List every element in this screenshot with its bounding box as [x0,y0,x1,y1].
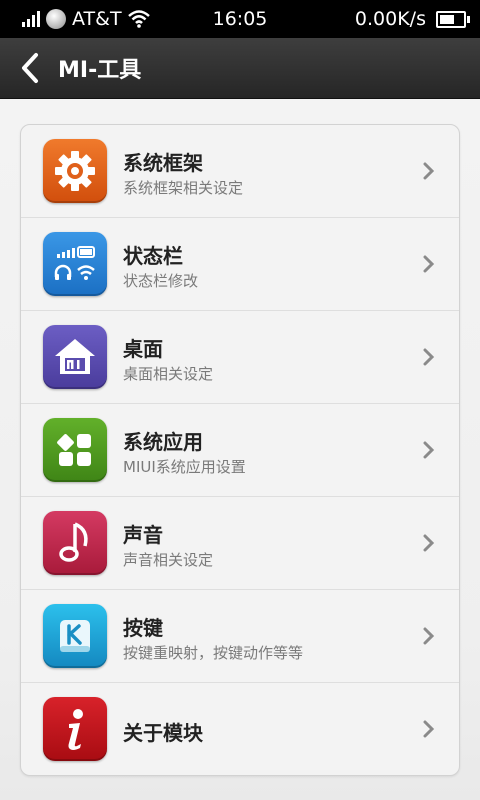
menu-item-title: 系统框架 [123,151,203,175]
menu-item-subtitle: 系统框架相关设定 [123,179,244,197]
back-button[interactable] [8,44,52,92]
menu-item-status-bar[interactable]: 状态栏 状态栏修改 [21,218,459,311]
chevron-right-icon [417,345,441,369]
network-speed: 0.00K/s [354,8,426,30]
menu-item-subtitle: 状态栏修改 [123,272,199,290]
menu-item-title: 系统应用 [123,430,203,454]
chevron-right-icon [417,252,441,276]
chevron-right-icon [417,717,441,741]
menu-item-subtitle: 按键重映射，按键动作等等 [123,644,304,662]
battery-icon [436,10,470,28]
menu-card: 系统框架 系统框架相关设定 状态栏 状态栏修改 桌面 桌面相关设定 系统应用 M… [20,124,460,776]
menu-item-subtitle: 声音相关设定 [123,551,214,569]
music-note-icon [43,511,107,575]
menu-item-title: 桌面 [123,337,163,361]
menu-item-about[interactable]: 关于模块 [21,683,459,775]
statusbar-icon [43,232,107,296]
menu-item-title: 状态栏 [123,244,183,268]
menu-item-title: 关于模块 [123,721,203,745]
chevron-right-icon [417,624,441,648]
info-icon [43,697,107,761]
menu-item-subtitle: 桌面相关设定 [123,365,214,383]
menu-item-title: 声音 [123,523,163,547]
home-mi-icon [43,325,107,389]
gear-icon [43,139,107,203]
chevron-right-icon [417,531,441,555]
menu-item-system-framework[interactable]: 系统框架 系统框架相关设定 [21,125,459,218]
page-title: MI-工具 [58,58,142,83]
key-k-icon [43,604,107,668]
apps-grid-icon [43,418,107,482]
menu-item-title: 按键 [123,616,163,640]
status-bar: AT&T 16:05 0.00K/s [0,0,480,38]
menu-item-subtitle: MIUI系统应用设置 [123,458,246,476]
chevron-right-icon [417,438,441,462]
back-chevron-icon [22,53,38,83]
status-right: 0.00K/s [354,0,470,38]
menu-item-keys[interactable]: 按键 按键重映射，按键动作等等 [21,590,459,683]
menu-item-desktop[interactable]: 桌面 桌面相关设定 [21,311,459,404]
chevron-right-icon [417,159,441,183]
title-bar: MI-工具 [0,38,480,99]
menu-item-sound[interactable]: 声音 声音相关设定 [21,497,459,590]
menu-item-system-apps[interactable]: 系统应用 MIUI系统应用设置 [21,404,459,497]
